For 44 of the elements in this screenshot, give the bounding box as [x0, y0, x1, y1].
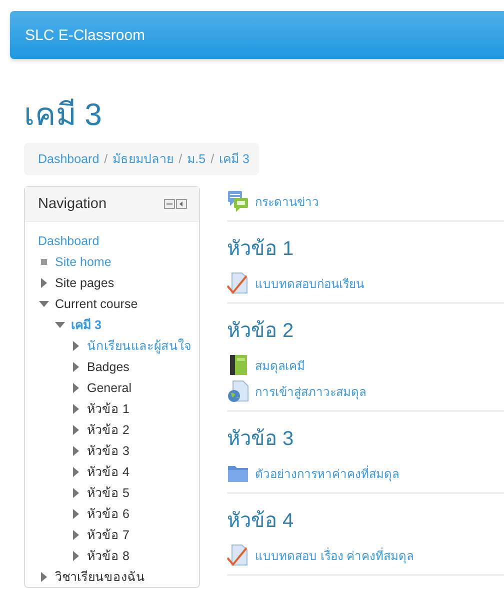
nav-item[interactable]: General: [87, 380, 132, 394]
activity-link[interactable]: กระดานข่าว: [255, 192, 319, 210]
bullet-icon: [41, 258, 47, 264]
nav-item[interactable]: หัวข้อ 2: [87, 420, 130, 440]
nav-item[interactable]: Site pages: [55, 276, 114, 290]
document-checkmark-icon: [227, 272, 249, 294]
nav-item[interactable]: Badges: [87, 360, 130, 374]
breadcrumb-link[interactable]: ม.5: [187, 149, 206, 169]
nav-item[interactable]: หัวข้อ 7: [87, 524, 130, 544]
page-title: เคมี 3: [24, 97, 103, 133]
breadcrumb-separator: /: [178, 152, 182, 166]
nav-item[interactable]: Current course: [55, 296, 138, 310]
activity-link[interactable]: แบบทดสอบก่อนเรียน: [255, 274, 364, 292]
nav-item[interactable]: หัวข้อ 8: [87, 546, 130, 566]
brand-link[interactable]: SLC E-Classroom: [25, 26, 146, 44]
nav-item[interactable]: นักเรียนและผู้สนใจ: [87, 336, 191, 356]
block-controls-icon[interactable]: [164, 199, 187, 209]
nav-item[interactable]: เคมี 3: [71, 314, 102, 334]
nav-item[interactable]: หัวข้อ 1: [87, 398, 130, 418]
nav-item[interactable]: Dashboard: [38, 234, 100, 248]
block-title: Navigation: [38, 196, 107, 212]
activity-link[interactable]: แบบทดสอบ เรื่อง ค่าคงที่สมดุล: [255, 546, 414, 564]
document-checkmark-icon: [227, 544, 249, 566]
nav-item[interactable]: หัวข้อ 5: [87, 482, 130, 502]
activity-link[interactable]: ตัวอย่างการหาค่าคงที่สมดุล: [255, 464, 399, 482]
breadcrumb-link[interactable]: Dashboard: [38, 152, 100, 166]
section-title: หัวข้อ 3: [227, 427, 295, 452]
section-title: หัวข้อ 4: [227, 509, 295, 534]
book-icon: [227, 354, 249, 376]
activity-link[interactable]: สมดุลเคมี: [255, 356, 305, 374]
nav-item[interactable]: หัวข้อ 6: [87, 504, 130, 524]
breadcrumb-link[interactable]: เคมี 3: [219, 149, 250, 169]
activity-link[interactable]: การเข้าสู่สภาวะสมดุล: [255, 382, 366, 400]
nav-item[interactable]: วิชาเรียนของฉัน: [55, 566, 145, 586]
nav-item[interactable]: Site home: [55, 254, 112, 268]
breadcrumb-separator: /: [104, 152, 108, 166]
breadcrumb-separator: /: [210, 152, 214, 166]
nav-item[interactable]: หัวข้อ 4: [87, 462, 130, 482]
document-globe-icon: [227, 380, 249, 402]
chat-bubbles-icon: [227, 190, 249, 212]
section-title: หัวข้อ 2: [227, 319, 295, 344]
section-title: หัวข้อ 1: [227, 237, 295, 262]
breadcrumb-link[interactable]: มัธยมปลาย: [112, 149, 174, 169]
nav-item[interactable]: หัวข้อ 3: [87, 440, 130, 460]
